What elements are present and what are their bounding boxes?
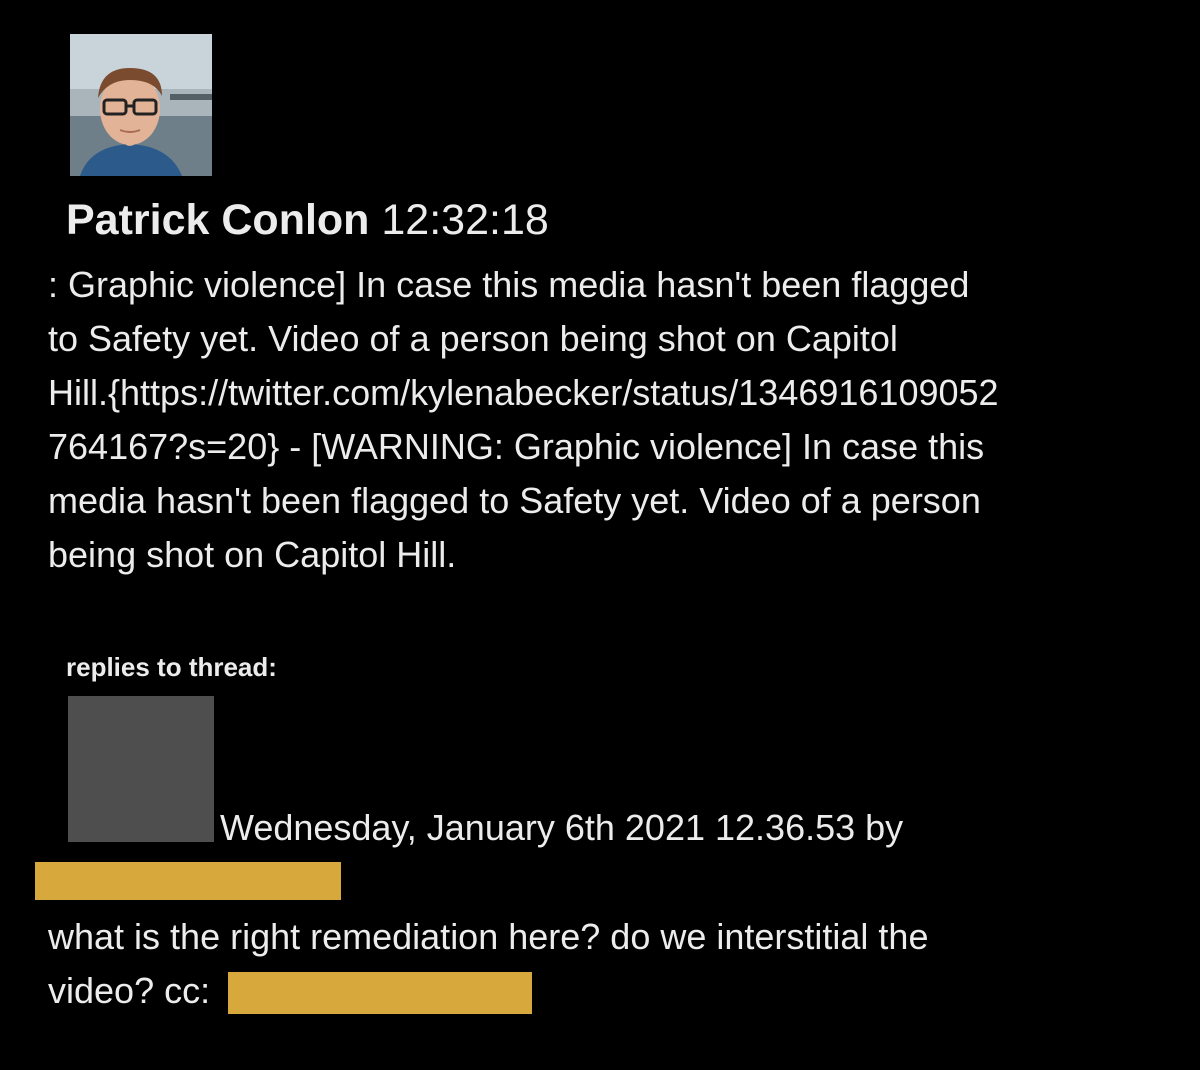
reply-meta: Wednesday, January 6th 2021 12.36.53 by [220,807,904,848]
reply-body-line: what is the right remediation here? do w… [48,916,929,957]
post-body-line[interactable]: Hill.{https://twitter.com/kylenabecker/s… [48,366,1148,420]
redacted-cc-names [228,972,532,1014]
reply-body-line: video? cc: [48,970,211,1011]
reply-body: what is the right remediation here? do w… [48,910,1148,1018]
author-avatar[interactable] [70,34,212,176]
post-body-line[interactable]: 764167?s=20} - [WARNING: Graphic violenc… [48,420,1148,474]
post-body-line: being shot on Capitol Hill. [48,534,457,575]
reply-avatar-placeholder[interactable] [68,696,214,842]
post-header: Patrick Conlon 12:32:18 [66,194,549,246]
avatar-photo [70,34,212,176]
author-name[interactable]: Patrick Conlon [66,196,369,244]
post-body: : Graphic violence] In case this media h… [48,258,1148,582]
post-body-line: to Safety yet. Video of a person being s… [48,318,898,359]
redacted-author-name [35,862,341,900]
post-body-line: media hasn't been flagged to Safety yet.… [48,480,981,521]
replies-label: replies to thread: [66,652,277,682]
post-time: 12:32:18 [381,196,549,244]
post-body-line: : Graphic violence] In case this media h… [48,264,970,305]
